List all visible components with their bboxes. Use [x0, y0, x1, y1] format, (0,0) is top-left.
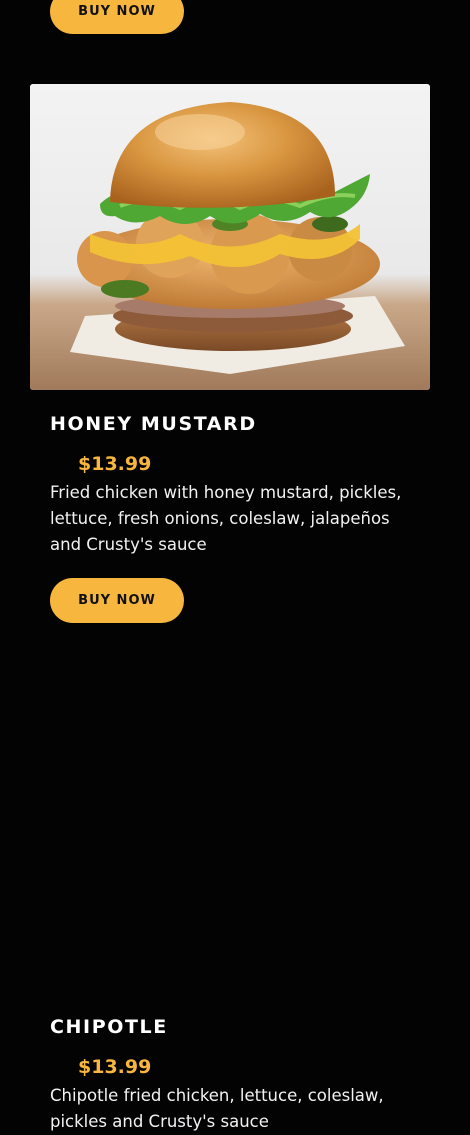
product-price: $13.99: [78, 1056, 152, 1078]
sandwich-illustration: [30, 84, 430, 390]
product-price: $13.99: [78, 453, 152, 475]
buy-now-button[interactable]: BUY NOW: [50, 0, 184, 34]
product-title: HONEY MUSTARD: [50, 413, 257, 435]
product-description: Chipotle fried chicken, lettuce, colesla…: [50, 1086, 384, 1131]
product-description: Fried chicken with honey mustard, pickle…: [50, 483, 402, 554]
product-title: CHIPOTLE: [50, 1016, 168, 1038]
buy-now-button[interactable]: BUY NOW: [50, 578, 184, 623]
product-image-honey-mustard: [30, 84, 430, 390]
